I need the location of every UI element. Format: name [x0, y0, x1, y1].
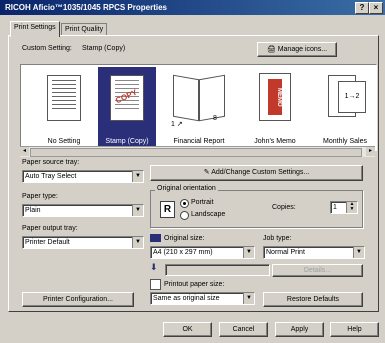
custom-setting-value: Stamp (Copy): [82, 45, 126, 52]
scroll-thumb[interactable]: [30, 148, 362, 157]
apply-button[interactable]: Apply: [275, 322, 324, 337]
restore-defaults-button[interactable]: Restore Defaults: [263, 292, 363, 307]
original-size-select[interactable]: A4 (210 x 297 mm) ▼: [150, 246, 255, 259]
copies-label: Copies:: [272, 204, 296, 211]
spin-icon[interactable]: ▲ ▼: [346, 202, 357, 213]
list-item-johns-memo[interactable]: MEMO John's Memo: [243, 67, 307, 148]
add-change-custom-settings-button[interactable]: ✎ Add/Change Custom Settings...: [150, 165, 363, 181]
scroll-left-icon[interactable]: ◂: [20, 147, 29, 156]
thumbnail-caption: Monthly Sales: [323, 138, 367, 145]
chevron-down-icon[interactable]: ▼: [132, 171, 143, 182]
original-size-label: Original size:: [164, 235, 205, 242]
chevron-down-icon[interactable]: ▼: [132, 205, 143, 216]
cancel-button[interactable]: Cancel: [219, 322, 268, 337]
orientation-preview-icon: R: [160, 201, 175, 218]
scroll-right-icon[interactable]: ▸: [366, 147, 375, 156]
custom-settings-list[interactable]: No Setting COPY Stamp (Copy) 1 ↗ 8 Finan…: [20, 64, 377, 151]
paper-type-label: Paper type:: [22, 193, 58, 200]
paper-output-label: Paper output tray:: [22, 225, 78, 232]
manage-icons-button[interactable]: 🖨 Manage icons...: [257, 42, 337, 57]
tab-print-settings[interactable]: Print Settings: [10, 21, 60, 37]
paper-type-select[interactable]: Plain ▼: [22, 204, 144, 217]
job-type-select[interactable]: Normal Print ▼: [263, 246, 365, 259]
thumbnail-caption: John's Memo: [254, 138, 296, 145]
ok-button[interactable]: OK: [163, 322, 212, 337]
list-item-monthly-sales[interactable]: 1→2 Monthly Sales: [314, 67, 376, 148]
close-icon[interactable]: ×: [369, 2, 383, 14]
landscape-label: Landscape: [191, 211, 226, 218]
printout-size-select[interactable]: Same as original size ▼: [150, 292, 255, 305]
paper-output-select[interactable]: Printer Default ▼: [22, 236, 144, 249]
title-bar: RICOH Aficio™1035/1045 RPCS Properties ?…: [0, 0, 385, 15]
custom-setting-label: Custom Setting:: [22, 45, 72, 52]
job-type-label: Job type:: [263, 235, 292, 242]
memo-icon: MEMO: [268, 79, 282, 115]
list-item-stamp-copy[interactable]: COPY Stamp (Copy): [98, 67, 156, 148]
printer-configuration-button[interactable]: Printer Configuration...: [22, 292, 134, 307]
thumbnail-scrollbar[interactable]: ◂ ▸: [20, 146, 375, 157]
chevron-down-icon[interactable]: ▼: [353, 247, 364, 258]
landscape-radio[interactable]: [180, 211, 189, 220]
booklet-left-icon: [173, 74, 199, 122]
arrow-down-icon: ⬇: [150, 262, 158, 272]
custom-size-field: [165, 264, 270, 276]
chevron-down-icon[interactable]: ▼: [243, 293, 254, 304]
page-size-icon: [150, 234, 161, 242]
portrait-label: Portrait: [191, 199, 214, 206]
copies-stepper[interactable]: 1 ▲ ▼: [330, 201, 358, 214]
paper-source-label: Paper source tray:: [22, 159, 80, 166]
orientation-group-label: Original orientation: [155, 185, 218, 192]
printout-size-label: Printout paper size:: [164, 281, 225, 288]
page-icon: [47, 75, 81, 121]
help-title-button[interactable]: ?: [355, 2, 369, 14]
thumbnail-caption: Financial Report: [173, 138, 225, 145]
list-item-no-setting[interactable]: No Setting: [35, 67, 93, 148]
n-up-icon: 1→2: [338, 81, 366, 113]
memo-page-icon: MEMO: [259, 73, 291, 121]
printer-paper-icon: [150, 279, 161, 290]
list-item-financial-report[interactable]: 1 ↗ 8 Financial Report: [163, 67, 235, 148]
paper-source-select[interactable]: Auto Tray Select ▼: [22, 170, 144, 183]
details-button: Details...: [272, 264, 363, 277]
help-button[interactable]: Help: [330, 322, 379, 337]
portrait-radio[interactable]: [180, 199, 189, 208]
manage-icons-icon: 🖨: [266, 46, 278, 53]
window-title: RICOH Aficio™1035/1045 RPCS Properties: [5, 3, 167, 12]
chevron-down-icon[interactable]: ▼: [132, 237, 143, 248]
chevron-down-icon[interactable]: ▼: [243, 247, 254, 258]
booklet-right-icon: [199, 74, 225, 122]
thumbnail-caption: No Setting: [47, 138, 81, 145]
stamp-page-icon: COPY: [110, 75, 144, 121]
thumbnail-caption: Stamp (Copy): [105, 138, 149, 145]
